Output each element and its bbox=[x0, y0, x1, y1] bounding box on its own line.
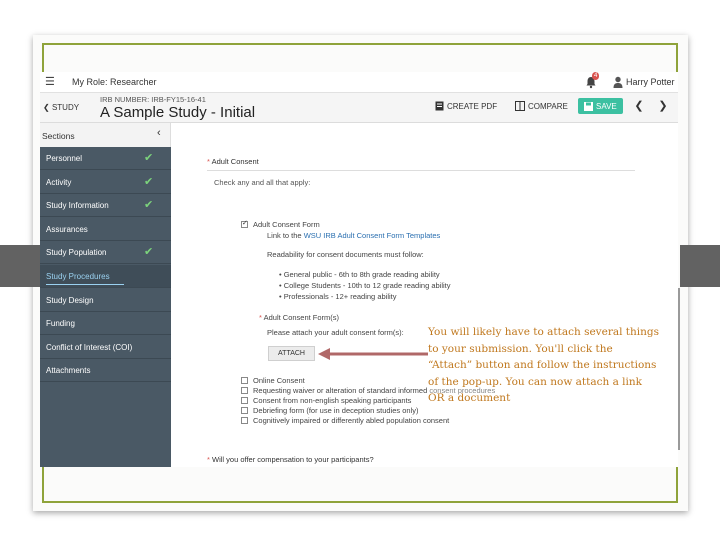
debriefing-label: Debriefing form (for use in deception st… bbox=[253, 406, 419, 415]
sidebar-item-personnel[interactable]: Personnel ✔ bbox=[40, 147, 171, 170]
slide-side-band-right bbox=[680, 245, 720, 287]
compensation-question-text: Will you offer compensation to your part… bbox=[212, 455, 374, 464]
checkmark-icon: ✔ bbox=[144, 199, 154, 212]
sidebar-item-label: Funding bbox=[46, 319, 75, 329]
attach-prompt: Please attach your adult consent form(s)… bbox=[267, 328, 404, 337]
slide-side-band-left bbox=[0, 245, 40, 287]
sidebar-item-label: Study Information bbox=[46, 201, 109, 211]
role-value: Researcher bbox=[110, 77, 157, 87]
chevron-left-icon: ❮ bbox=[43, 103, 50, 112]
sidebar-item-study-procedures[interactable]: Study Procedures bbox=[40, 265, 171, 288]
notification-badge: 4 bbox=[592, 72, 600, 80]
back-to-study-link[interactable]: ❮ STUDY bbox=[43, 103, 79, 112]
waiver-checkbox[interactable] bbox=[241, 387, 248, 394]
adult-consent-forms-question: * Adult Consent Form(s) bbox=[259, 313, 339, 322]
sidebar-item-label: Attachments bbox=[46, 366, 91, 376]
online-consent-checkbox[interactable] bbox=[241, 377, 248, 384]
sidebar-item-study-information[interactable]: Study Information ✔ bbox=[40, 194, 171, 218]
readability-bullet: College Students - 10th to 12 grade read… bbox=[279, 281, 451, 290]
attach-button[interactable]: ATTACH bbox=[268, 346, 315, 361]
sidebar-item-study-population[interactable]: Study Population ✔ bbox=[40, 241, 171, 265]
template-link-line: Link to the WSU IRB Adult Consent Form T… bbox=[267, 231, 440, 240]
adult-consent-question: * Adult Consent bbox=[207, 157, 259, 166]
adult-consent-forms-question-text: Adult Consent Form(s) bbox=[263, 313, 340, 322]
sections-title: Sections bbox=[42, 131, 75, 141]
hamburger-icon[interactable]: ☰ bbox=[45, 76, 55, 88]
user-name[interactable]: Harry Potter bbox=[626, 77, 675, 87]
sidebar-item-activity[interactable]: Activity ✔ bbox=[40, 171, 171, 194]
create-pdf-button[interactable]: CREATE PDF bbox=[431, 98, 501, 114]
sidebar-item-assurances[interactable]: Assurances bbox=[40, 218, 171, 241]
readability-bullet: General public - 6th to 8th grade readin… bbox=[279, 270, 440, 279]
sidebar-item-label: Study Population bbox=[46, 248, 107, 258]
irb-number: IRB NUMBER: IRB-FY15-16-41 bbox=[100, 95, 206, 104]
compare-label: COMPARE bbox=[528, 101, 568, 111]
online-consent-label: Online Consent bbox=[253, 376, 305, 385]
readability-note: Readability for consent documents must f… bbox=[267, 250, 424, 259]
compare-icon bbox=[515, 101, 525, 111]
checkmark-icon: ✔ bbox=[144, 175, 154, 188]
impaired-consent-checkbox[interactable] bbox=[241, 417, 248, 424]
collapse-sidebar-icon[interactable]: ‹ bbox=[157, 127, 161, 139]
sidebar-item-attachments[interactable]: Attachments bbox=[40, 359, 171, 383]
debriefing-checkbox[interactable] bbox=[241, 407, 248, 414]
impaired-consent-label: Cognitively impaired or differently able… bbox=[253, 416, 450, 425]
document-icon bbox=[435, 101, 444, 111]
user-icon bbox=[613, 76, 623, 88]
previous-section-button[interactable]: ❮ bbox=[630, 98, 648, 114]
non-english-consent-label: Consent from non-english speaking partic… bbox=[253, 396, 412, 405]
consent-template-link[interactable]: WSU IRB Adult Consent Form Templates bbox=[304, 231, 441, 240]
study-header: ❮ STUDY IRB NUMBER: IRB-FY15-16-41 A Sam… bbox=[40, 93, 678, 123]
chevron-right-icon: ❯ bbox=[658, 100, 668, 112]
sidebar-item-label: Activity bbox=[46, 177, 72, 187]
adult-consent-form-checkbox[interactable] bbox=[241, 219, 248, 228]
sidebar-item-label: Conflict of Interest (COI) bbox=[46, 342, 133, 352]
non-english-consent-checkbox[interactable] bbox=[241, 397, 248, 404]
sidebar-item-label: Personnel bbox=[46, 154, 83, 163]
divider bbox=[207, 170, 635, 171]
sidebar-item-study-design[interactable]: Study Design bbox=[40, 289, 171, 312]
link-prefix: Link to the bbox=[267, 231, 304, 240]
app-screenshot: ☰ My Role: Researcher 4 Harry Potter ❮ S… bbox=[40, 72, 678, 467]
compare-button[interactable]: COMPARE bbox=[511, 98, 572, 114]
sidebar-item-funding[interactable]: Funding bbox=[40, 312, 171, 336]
back-label: STUDY bbox=[51, 103, 80, 112]
annotation-callout: You will likely have to attach several t… bbox=[428, 324, 660, 407]
checkmark-icon: ✔ bbox=[144, 246, 154, 259]
floppy-disk-icon bbox=[584, 101, 593, 111]
sections-sidebar: Sections ‹ Personnel ✔ Activity ✔ Study Info… bbox=[40, 123, 171, 467]
adult-consent-question-text: Adult Consent bbox=[211, 157, 259, 166]
chevron-left-icon: ❮ bbox=[634, 100, 644, 112]
create-pdf-label: CREATE PDF bbox=[447, 101, 498, 111]
checkmark-icon: ✔ bbox=[144, 152, 154, 164]
next-section-button[interactable]: ❯ bbox=[654, 98, 672, 114]
check-all-instruction: Check any and all that apply: bbox=[214, 178, 311, 187]
top-bar: ☰ My Role: Researcher 4 Harry Potter bbox=[40, 72, 678, 93]
sections-header: Sections ‹ bbox=[40, 123, 171, 147]
page-title: A Sample Study - Initial bbox=[100, 104, 256, 121]
sidebar-item-label: Assurances bbox=[46, 224, 88, 234]
readability-bullet: Professionals - 12+ reading ability bbox=[279, 292, 397, 301]
sidebar-item-conflict-of-interest-coi[interactable]: Conflict of Interest (COI) bbox=[40, 336, 171, 359]
adult-consent-form-label: Adult Consent Form bbox=[253, 220, 320, 229]
compensation-question: * Will you offer compensation to your pa… bbox=[207, 455, 374, 464]
sidebar-item-label: Study Procedures bbox=[46, 272, 110, 281]
role-label: My Role: bbox=[72, 77, 108, 87]
save-label: SAVE bbox=[596, 101, 617, 111]
sidebar-item-label: Study Design bbox=[46, 295, 94, 305]
study-form: * Adult Consent Check any and all that a… bbox=[171, 123, 678, 467]
save-button[interactable]: SAVE bbox=[578, 98, 623, 114]
